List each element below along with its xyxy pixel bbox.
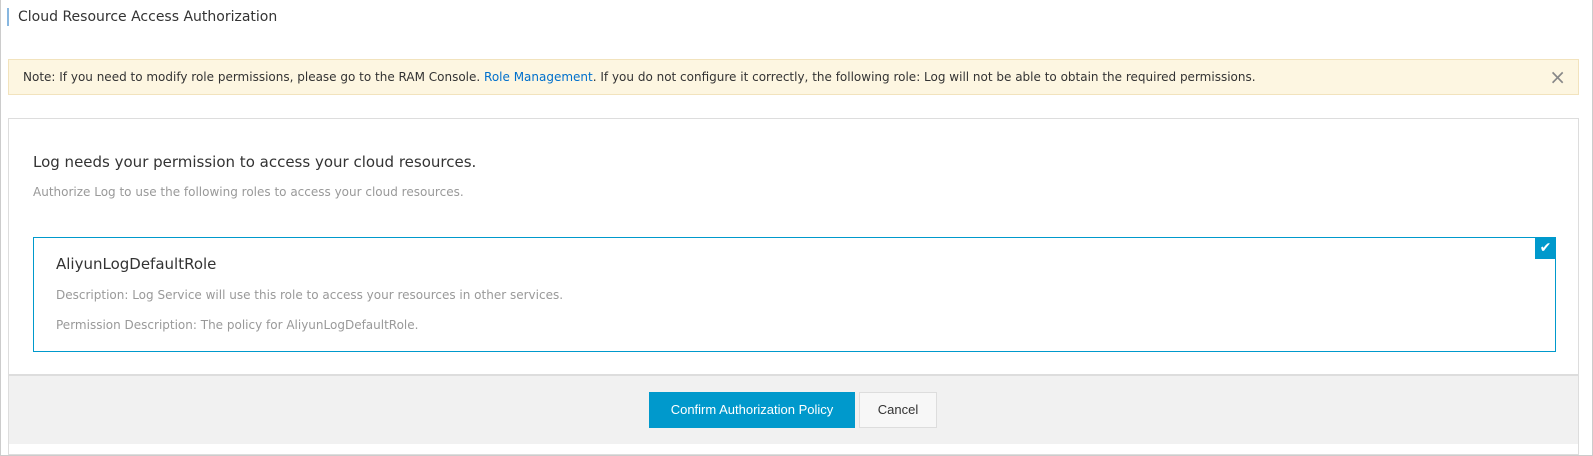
notice-bar: Note: If you need to modify role permiss… (8, 59, 1579, 95)
check-icon[interactable]: ✔ (1535, 237, 1556, 259)
confirm-button[interactable]: Confirm Authorization Policy (649, 392, 855, 428)
role-management-link[interactable]: Role Management (484, 70, 593, 84)
cancel-button[interactable]: Cancel (859, 392, 937, 428)
role-description: Description: Log Service will use this r… (56, 288, 564, 302)
panel-subheading: Authorize Log to use the following roles… (33, 185, 464, 199)
authorization-panel: Log needs your permission to access your… (8, 118, 1579, 455)
notice-text-after: . If you do not configure it correctly, … (592, 70, 1256, 84)
notice-text: Note: If you need to modify role permiss… (23, 70, 485, 84)
role-permission: Permission Description: The policy for A… (56, 318, 419, 332)
page-title: Cloud Resource Access Authorization (7, 8, 277, 26)
role-card[interactable]: AliyunLogDefaultRole Description: Log Se… (33, 237, 1556, 352)
role-name: AliyunLogDefaultRole (56, 255, 217, 273)
panel-heading: Log needs your permission to access your… (33, 153, 477, 171)
footer: Confirm Authorization Policy Cancel (9, 374, 1578, 444)
close-icon[interactable]: × (1549, 60, 1566, 94)
